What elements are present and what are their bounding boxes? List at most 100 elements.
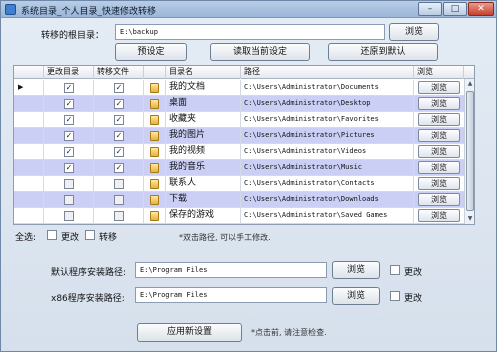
row-change-checkbox[interactable]: [64, 211, 74, 221]
row-browse-button[interactable]: 浏览: [418, 145, 460, 158]
default-install-change-checkbox[interactable]: [390, 265, 400, 275]
row-move-checkbox[interactable]: ✓: [114, 163, 124, 173]
row-path[interactable]: C:\Users\Administrator\Desktop: [241, 96, 414, 112]
row-change-checkbox[interactable]: ✓: [64, 99, 74, 109]
row-change-checkbox[interactable]: [64, 195, 74, 205]
scroll-thumb[interactable]: [466, 91, 474, 211]
folder-icon: [150, 83, 159, 93]
row-name: 我的图片: [166, 128, 241, 144]
default-install-input[interactable]: E:\Program Files: [135, 262, 327, 278]
root-browse-button[interactable]: 浏览: [389, 23, 439, 41]
header-name[interactable]: 目录名: [166, 66, 241, 79]
select-all-change-label: 更改: [61, 233, 80, 243]
row-path[interactable]: C:\Users\Administrator\Music: [241, 160, 414, 176]
apply-settings-button[interactable]: 应用新设置: [137, 323, 242, 342]
grid-header: 更改目录 转移文件 目录名 路径 浏览: [14, 66, 474, 79]
row-browse-cell: 浏览: [414, 96, 464, 112]
root-dir-input[interactable]: E:\backup: [115, 24, 385, 40]
header-browse[interactable]: 浏览: [414, 66, 464, 79]
row-change-checkbox-cell: ✓: [44, 96, 94, 112]
table-row[interactable]: ✓ ✓ 我的视频 C:\Users\Administrator\Videos 浏览: [14, 144, 464, 160]
x86-install-change-checkbox[interactable]: [390, 291, 400, 301]
scroll-up-icon[interactable]: ▲: [466, 79, 474, 89]
table-row[interactable]: ✓ ✓ 桌面 C:\Users\Administrator\Desktop 浏览: [14, 96, 464, 112]
x86-install-browse-button[interactable]: 浏览: [332, 287, 380, 305]
close-button[interactable]: ✕: [468, 2, 494, 16]
row-move-checkbox[interactable]: [114, 179, 124, 189]
row-change-checkbox[interactable]: [64, 179, 74, 189]
row-browse-button[interactable]: 浏览: [418, 161, 460, 174]
table-row[interactable]: ✓ ✓ 我的图片 C:\Users\Administrator\Pictures 浏览: [14, 128, 464, 144]
row-browse-cell: 浏览: [414, 192, 464, 208]
row-browse-button[interactable]: 浏览: [418, 177, 460, 190]
row-indicator: ▶: [14, 80, 44, 96]
row-browse-button[interactable]: 浏览: [418, 81, 460, 94]
row-indicator: [14, 96, 44, 112]
default-install-change-label: 更改: [404, 268, 423, 278]
table-row[interactable]: ✓ ✓ 收藏夹 C:\Users\Administrator\Favorites 浏览: [14, 112, 464, 128]
row-icon-cell: [144, 112, 166, 128]
header-change[interactable]: 更改目录: [44, 66, 94, 79]
scroll-down-icon[interactable]: ▼: [466, 214, 474, 224]
row-icon-cell: [144, 144, 166, 160]
row-path[interactable]: C:\Users\Administrator\Favorites: [241, 112, 414, 128]
row-change-checkbox[interactable]: ✓: [64, 131, 74, 141]
row-change-checkbox-cell: ✓: [44, 160, 94, 176]
table-row[interactable]: 下载 C:\Users\Administrator\Downloads 浏览: [14, 192, 464, 208]
row-move-checkbox[interactable]: [114, 211, 124, 221]
row-move-checkbox[interactable]: ✓: [114, 115, 124, 125]
header-path[interactable]: 路径: [241, 66, 414, 79]
row-change-checkbox[interactable]: ✓: [64, 83, 74, 93]
row-browse-cell: 浏览: [414, 144, 464, 160]
row-change-checkbox[interactable]: ✓: [64, 147, 74, 157]
row-path[interactable]: C:\Users\Administrator\Pictures: [241, 128, 414, 144]
table-row[interactable]: ▶ ✓ ✓ 我的文档 C:\Users\Administrator\Documents 浏…: [14, 80, 464, 96]
row-move-checkbox[interactable]: ✓: [114, 83, 124, 93]
x86-install-input[interactable]: E:\Program Files: [135, 287, 327, 303]
row-move-checkbox[interactable]: [114, 195, 124, 205]
row-browse-button[interactable]: 浏览: [418, 129, 460, 142]
select-all-change-checkbox[interactable]: [47, 230, 57, 240]
row-move-checkbox-cell: [94, 192, 144, 208]
minimize-button[interactable]: –: [418, 2, 442, 16]
row-move-checkbox[interactable]: ✓: [114, 131, 124, 141]
row-path[interactable]: C:\Users\Administrator\Downloads: [241, 192, 414, 208]
folder-icon: [150, 163, 159, 173]
default-install-label: 默认程序安装路径:: [51, 268, 127, 278]
preset-button[interactable]: 预设定: [115, 43, 187, 61]
row-change-checkbox[interactable]: ✓: [64, 115, 74, 125]
row-path[interactable]: C:\Users\Administrator\Contacts: [241, 176, 414, 192]
row-browse-button[interactable]: 浏览: [418, 209, 460, 222]
row-change-checkbox-cell: [44, 176, 94, 192]
grid-scrollbar[interactable]: ▲ ▼: [464, 79, 474, 224]
maximize-button[interactable]: □: [443, 2, 467, 16]
row-change-checkbox-cell: ✓: [44, 128, 94, 144]
row-name: 保存的游戏: [166, 208, 241, 224]
row-path[interactable]: C:\Users\Administrator\Saved Games: [241, 208, 414, 224]
row-move-checkbox-cell: ✓: [94, 144, 144, 160]
row-path[interactable]: C:\Users\Administrator\Videos: [241, 144, 414, 160]
table-row[interactable]: 联系人 C:\Users\Administrator\Contacts 浏览: [14, 176, 464, 192]
header-move[interactable]: 转移文件: [94, 66, 144, 79]
row-move-checkbox[interactable]: ✓: [114, 99, 124, 109]
row-path[interactable]: C:\Users\Administrator\Documents: [241, 80, 414, 96]
row-name: 收藏夹: [166, 112, 241, 128]
row-browse-button[interactable]: 浏览: [418, 193, 460, 206]
row-name: 下载: [166, 192, 241, 208]
row-move-checkbox[interactable]: ✓: [114, 147, 124, 157]
select-all-move-checkbox[interactable]: [85, 230, 95, 240]
x86-install-label: x86程序安装路径:: [51, 294, 125, 304]
table-row[interactable]: ✓ ✓ 我的音乐 C:\Users\Administrator\Music 浏览: [14, 160, 464, 176]
row-browse-cell: 浏览: [414, 112, 464, 128]
select-all-move-label: 转移: [99, 233, 118, 243]
folder-icon: [150, 195, 159, 205]
row-browse-button[interactable]: 浏览: [418, 113, 460, 126]
table-row[interactable]: 保存的游戏 C:\Users\Administrator\Saved Games 浏…: [14, 208, 464, 224]
row-move-checkbox-cell: ✓: [94, 128, 144, 144]
restore-default-button[interactable]: 还原到默认: [328, 43, 438, 61]
row-browse-button[interactable]: 浏览: [418, 97, 460, 110]
read-current-button[interactable]: 读取当前设定: [210, 43, 310, 61]
row-change-checkbox[interactable]: ✓: [64, 163, 74, 173]
default-install-browse-button[interactable]: 浏览: [332, 261, 380, 279]
header-icon: [144, 66, 166, 79]
